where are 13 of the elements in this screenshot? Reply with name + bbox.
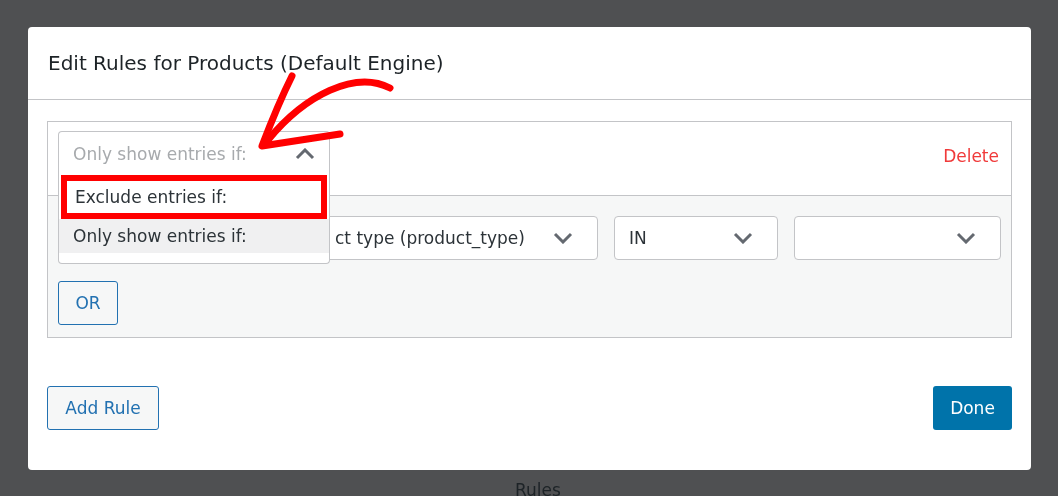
- chevron-down-icon: [553, 232, 573, 244]
- dialog-title: Edit Rules for Products (Default Engine): [48, 51, 444, 75]
- dropdown-select[interactable]: [794, 216, 1001, 260]
- done-button[interactable]: Done: [933, 386, 1012, 430]
- dropdown-option[interactable]: Exclude entries if:: [61, 175, 327, 219]
- delete-link[interactable]: Delete: [943, 146, 999, 166]
- dropdown-option[interactable]: Only show entries if:: [59, 219, 329, 253]
- or-button[interactable]: OR: [58, 281, 118, 325]
- chevron-down-icon: [733, 232, 753, 244]
- chevron-down-icon: [956, 232, 976, 244]
- chevron-up-icon: [295, 147, 315, 160]
- dropdown-select[interactable]: IN: [614, 216, 778, 260]
- add-rule-button[interactable]: Add Rule: [47, 386, 159, 430]
